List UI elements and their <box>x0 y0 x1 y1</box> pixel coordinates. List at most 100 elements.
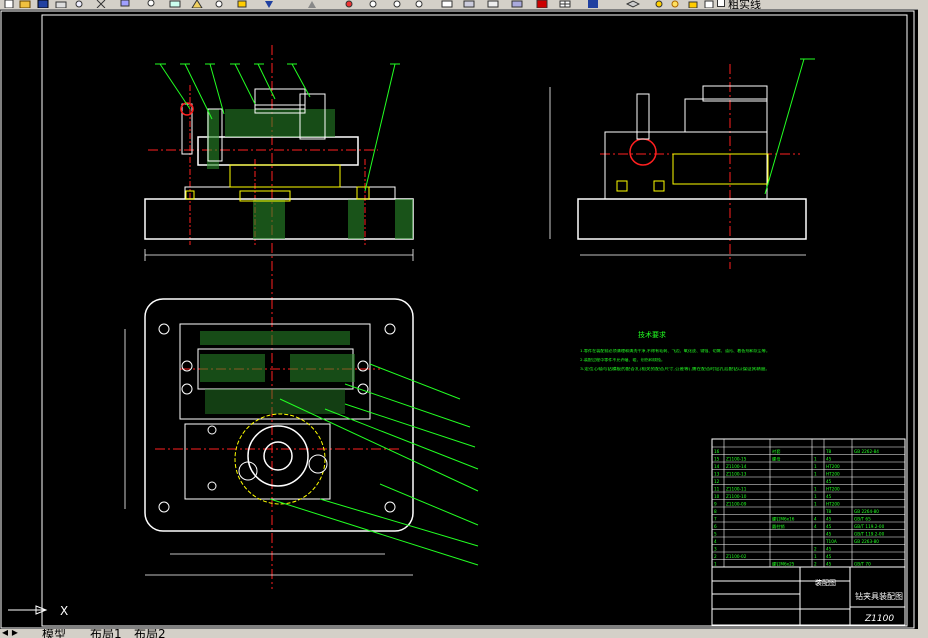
dimension-style-icon[interactable] <box>366 0 380 8</box>
bom-cell-code: Z1100-14 <box>726 464 747 469</box>
drawing-inner-frame <box>41 14 908 627</box>
bom-cell-mat: HT200 <box>826 487 840 492</box>
bom-cell-no: 14 <box>714 464 720 469</box>
new-file-icon[interactable] <box>2 0 16 8</box>
arrow-up-icon[interactable] <box>305 0 319 8</box>
bom-cell-mat: HT200 <box>826 472 840 477</box>
bom-cell-qty: 1 <box>814 457 817 462</box>
bom-cell-qty: 4 <box>814 524 817 529</box>
bom-cell-name: 圆柱销 <box>772 523 785 530</box>
tab-layout2[interactable]: 布局2 <box>134 629 166 638</box>
bom-cell-no: 2 <box>714 554 717 559</box>
table-icon[interactable] <box>558 0 572 8</box>
bom-cell-mat: 45 <box>826 562 832 567</box>
tech-req-line-1: 1.零件在装配前必须清理和清洗干净,不得有毛刺、飞边、氧化皮、锈蚀、切屑、油污、… <box>580 348 770 353</box>
zoom-extents-icon[interactable] <box>235 0 249 8</box>
drawing-outer-frame <box>0 10 915 629</box>
bom-cell-mat: 45 <box>826 517 832 522</box>
bom-cell-std: GB/T 119.2-00 <box>854 532 885 537</box>
tech-req-line-3: 3.定位心轴与钻模板的配合孔(相关的配合尺寸,公差等),需在配合时钻孔后配钻以保… <box>580 366 770 371</box>
bom-cell-mat: 45 <box>826 479 832 484</box>
tech-req-line-2: 2.装配过程中零件不允许磕、碰、划伤和锈蚀。 <box>580 357 665 362</box>
side-view <box>549 58 815 269</box>
bom-cell-no: 8 <box>714 509 717 514</box>
bom-cell-std: GB/T 119.2-00 <box>854 524 885 529</box>
tab-model[interactable]: 模型 <box>42 629 66 638</box>
bom-cell-std: GB 2262-84 <box>854 449 879 454</box>
save-icon[interactable] <box>36 0 50 8</box>
help-icon[interactable] <box>586 0 600 8</box>
bom-cell-no: 5 <box>714 532 717 537</box>
bom-cell-no: 16 <box>714 449 720 454</box>
drawing-name: 钻夹具装配图 <box>855 591 903 601</box>
bom-cell-no: 9 <box>714 502 717 507</box>
bom-cell-no: 13 <box>714 472 720 477</box>
bom-cell-qty: 1 <box>814 554 817 559</box>
bom-cell-code: Z1100-11 <box>726 487 747 492</box>
text-style-icon[interactable] <box>342 0 356 8</box>
tab-layout1[interactable]: 布局1 <box>90 629 122 638</box>
bom-cell-name: 衬套 <box>772 448 781 455</box>
bom-cell-std: GB 2263-80 <box>854 539 879 544</box>
bom-cell-qty: 2 <box>814 562 817 567</box>
title-block: 装配图 钻夹具装配图 Z1100 <box>711 566 906 626</box>
material-label: 装配图 <box>815 578 836 587</box>
bom-cell-no: 15 <box>714 457 720 462</box>
bom-cell-name: 螺母 <box>772 456 780 463</box>
calculator-icon[interactable] <box>535 0 549 8</box>
vertical-scrollbar[interactable] <box>918 9 928 629</box>
bom-cell-code: Z1100-09 <box>726 502 747 507</box>
bom-cell-mat: T10A <box>825 539 837 544</box>
bom-cell-code: Z1100-13 <box>726 472 747 477</box>
bom-cell-no: 7 <box>714 517 717 522</box>
bom-cell-no: 1 <box>714 562 717 567</box>
zoom-in-icon[interactable] <box>390 0 404 8</box>
bulb-icon[interactable] <box>652 0 666 8</box>
svg-text:X: X <box>60 604 68 618</box>
bom-cell-no: 11 <box>714 487 720 492</box>
bom-cell-qty: 1 <box>814 472 817 477</box>
cut-icon[interactable] <box>94 0 108 8</box>
arrow-down-icon[interactable] <box>262 0 276 8</box>
bom-cell-mat: HT200 <box>826 502 840 507</box>
bom-cell-no: 6 <box>714 524 717 529</box>
drawing-canvas[interactable]: 技术要求 1.零件在装配前必须清理和清洗干净,不得有毛刺、飞边、氧化皮、锈蚀、切… <box>0 9 918 629</box>
bom-cell-mat: 45 <box>826 554 832 559</box>
preview-icon[interactable] <box>72 0 86 8</box>
technical-requirements: 技术要求 1.零件在装配前必须清理和清洗干净,不得有毛刺、飞边、氧化皮、锈蚀、切… <box>580 330 770 371</box>
bom-cell-mat: HT200 <box>826 464 840 469</box>
layer-color-checkbox[interactable] <box>717 0 725 7</box>
bom-cell-code: Z1100-02 <box>726 554 747 559</box>
bom-cell-mat: 45 <box>826 457 832 462</box>
properties-icon[interactable] <box>462 0 476 8</box>
layout-tabs: ◂ ▸ 模型 布局1 布局2 <box>0 629 928 638</box>
zoom-realtime-icon[interactable] <box>145 0 159 8</box>
bom-cell-name: 螺钉M6x25 <box>772 561 795 568</box>
open-icon[interactable] <box>18 0 32 8</box>
paint-icon[interactable] <box>118 0 132 8</box>
block-icon[interactable] <box>510 0 524 8</box>
text-icon[interactable] <box>440 0 454 8</box>
bom-cell-mat: 45 <box>826 547 832 552</box>
bom-cell-no: 12 <box>714 479 720 484</box>
pan-icon[interactable] <box>190 0 204 8</box>
bom-cell-mat: 45 <box>826 494 832 499</box>
zoom-previous-icon[interactable] <box>212 0 226 8</box>
bom-cell-std: GB/T 70 <box>854 562 871 567</box>
zoom-window-icon[interactable] <box>168 0 182 8</box>
front-view <box>144 45 414 309</box>
print-icon[interactable] <box>54 0 68 8</box>
layer-manager-icon[interactable] <box>626 0 640 8</box>
lock-icon[interactable] <box>686 0 700 8</box>
top-view <box>124 298 479 589</box>
bom-cell-mat: 45 <box>826 524 832 529</box>
zoom-out-icon[interactable] <box>412 0 426 8</box>
bom-cell-qty: 1 <box>814 464 817 469</box>
bom-cell-qty: 4 <box>814 517 817 522</box>
bom-cell-no: 10 <box>714 494 720 499</box>
color-swatch-icon[interactable] <box>702 0 716 8</box>
tab-nav-arrows[interactable]: ◂ ▸ <box>2 629 18 638</box>
sun-icon[interactable] <box>668 0 682 8</box>
bom-cell-code: Z1100-15 <box>726 457 747 462</box>
layer-icon[interactable] <box>486 0 500 8</box>
